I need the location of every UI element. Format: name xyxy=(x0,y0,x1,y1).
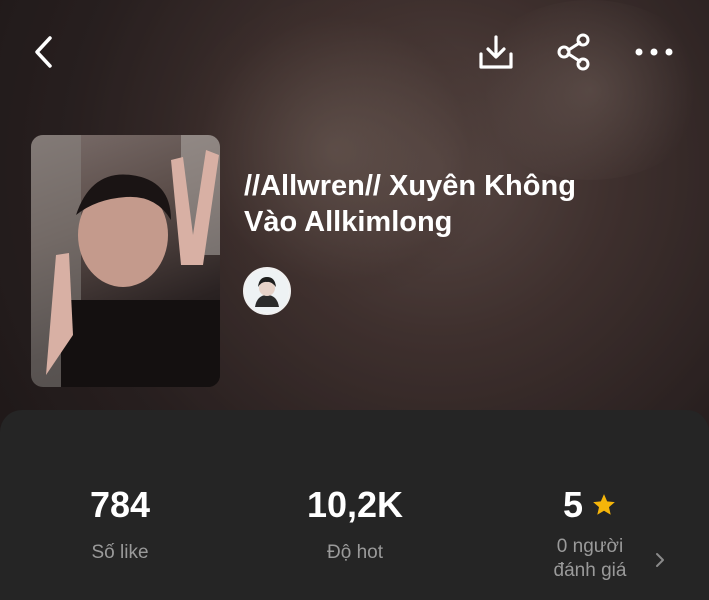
likes-value: 784 xyxy=(89,484,151,525)
star-icon xyxy=(593,494,615,515)
rating-label-line: đánh giá xyxy=(553,560,627,581)
story-title: //Allwren// Xuyên Không Vào Allkimlong xyxy=(244,168,684,240)
more-horizontal-icon xyxy=(635,48,673,56)
likes-label: Số like xyxy=(91,542,149,563)
share-icon xyxy=(557,33,590,71)
likes-stat: 784 Số like xyxy=(45,485,195,565)
author-avatar[interactable] xyxy=(243,267,291,315)
hot-stat: 10,2K Độ hot xyxy=(280,485,430,565)
rating-value: 5 xyxy=(562,484,584,525)
hot-label: Độ hot xyxy=(327,542,383,563)
cover-photo xyxy=(31,135,220,387)
download-icon xyxy=(479,35,513,69)
share-button[interactable] xyxy=(552,30,596,74)
rating-stat[interactable]: 5 0 người đánh giá xyxy=(520,485,660,583)
story-cover-image[interactable] xyxy=(31,135,220,387)
more-options-button[interactable] xyxy=(632,30,676,74)
story-title-line: Vào Allkimlong xyxy=(244,206,453,238)
rating-label-line: 0 người xyxy=(556,536,624,557)
rating-label: 0 người đánh giá xyxy=(520,535,660,583)
chevron-right-icon[interactable] xyxy=(652,550,668,570)
back-button[interactable] xyxy=(22,30,66,74)
hot-value: 10,2K xyxy=(306,484,404,525)
avatar-image xyxy=(245,269,289,313)
chevron-left-icon xyxy=(35,36,52,68)
story-title-line: //Allwren// Xuyên Không xyxy=(244,170,576,202)
top-bar xyxy=(0,0,709,100)
download-button[interactable] xyxy=(474,30,518,74)
